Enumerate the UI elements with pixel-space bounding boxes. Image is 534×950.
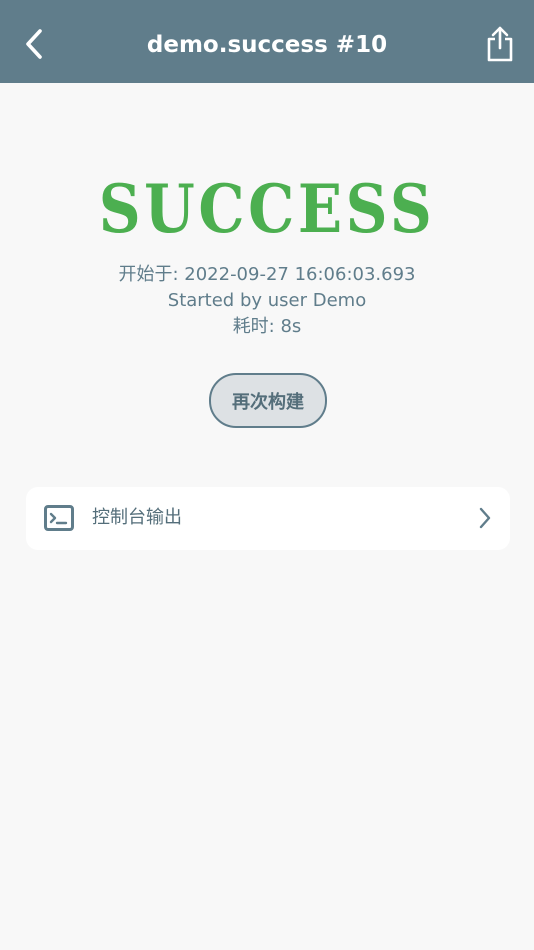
chevron-right-icon: [479, 507, 491, 529]
rebuild-button[interactable]: 再次构建: [209, 373, 327, 428]
console-output-label: 控制台输出: [92, 507, 182, 528]
app-header: demo.success #10: [0, 0, 534, 83]
start-time: 开始于: 2022-09-27 16:06:03.693: [118, 264, 416, 285]
share-button[interactable]: [480, 22, 520, 66]
build-result: SUCCESS: [98, 170, 436, 248]
build-detail-page: demo.success #10 SUCCESS 开始于: 2022-09-27…: [0, 0, 534, 950]
terminal-icon: [44, 505, 74, 531]
console-output-item[interactable]: 控制台输出: [26, 487, 510, 550]
back-button[interactable]: [14, 24, 54, 64]
page-title: demo.success #10: [146, 32, 388, 58]
chevron-left-icon: [26, 29, 42, 59]
build-duration: 耗时: 8s: [232, 316, 302, 337]
started-by: Started by user Demo: [167, 290, 367, 311]
share-icon: [487, 26, 513, 62]
